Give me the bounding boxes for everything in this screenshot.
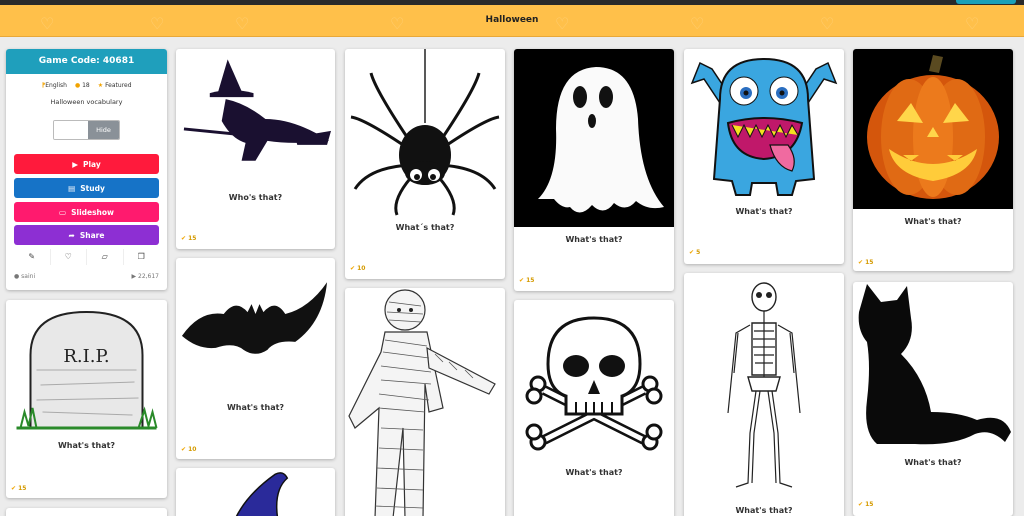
copy-icon[interactable]: ❐ [124, 249, 160, 265]
card-skull[interactable]: What's that? [514, 300, 674, 516]
card-caption: What's that? [57, 441, 116, 450]
bat-icon [176, 258, 335, 388]
card-count: 18 [82, 82, 90, 89]
witch-hat-icon [176, 468, 335, 516]
check-icon: ✔ [689, 249, 695, 256]
skeleton-icon [684, 273, 844, 493]
check-icon: ✔ [858, 501, 864, 508]
card-caption: What's that? [735, 506, 793, 515]
card-spider[interactable]: What´s that? ✔ 10 [345, 49, 505, 279]
folder-icon[interactable]: ▱ [87, 249, 124, 265]
book-icon: ▤ [68, 183, 76, 193]
pumpkin-icon [853, 49, 1013, 209]
featured-label: Featured [105, 82, 132, 89]
game-code: Game Code: 40681 [6, 49, 167, 74]
card-caption: What's that? [226, 403, 285, 412]
card-bat[interactable]: What's that? ✔ 10 [176, 258, 335, 459]
mummy-icon [345, 288, 505, 516]
tombstone-icon: R.I.P. [6, 300, 167, 435]
card-stat: ✔ 10 [181, 446, 197, 453]
card-stat: ✔ 15 [11, 485, 27, 492]
card-caption: What´s that? [395, 223, 455, 232]
game-meta: ⁋English ● 18 ★ Featured [6, 82, 167, 89]
card-mummy[interactable] [345, 288, 505, 516]
play-button[interactable]: ▶ Play [14, 154, 159, 174]
play-icon: ▶ [72, 159, 78, 169]
heart-icon[interactable]: ♡ [51, 249, 87, 265]
monitor-icon: ▭ [59, 207, 67, 217]
card-monster[interactable]: What's that? ✔ 5 [684, 49, 844, 264]
user-icon: ● [14, 273, 20, 280]
check-icon: ✔ [858, 259, 864, 266]
spider-icon [345, 49, 505, 219]
card-stat: ✔ 5 [689, 249, 701, 256]
author: saini [21, 273, 36, 280]
card-stat: ✔ 15 [519, 277, 535, 284]
game-description: Halloween vocabulary [50, 98, 123, 106]
study-button[interactable]: ▤ Study [14, 178, 159, 198]
card-stat: ✔ 15 [858, 501, 874, 508]
card-witch-hat[interactable] [176, 468, 335, 516]
card-stat: ✔ 15 [858, 259, 874, 266]
tool-row: ✎ ♡ ▱ ❐ [14, 249, 159, 265]
card-caption: What's that? [904, 458, 962, 467]
hide-toggle[interactable]: Hide [53, 120, 120, 140]
card-caption: What's that? [565, 235, 623, 244]
game-info-card: Game Code: 40681 ⁋English ● 18 ★ Feature… [6, 49, 167, 290]
check-icon: ✔ [181, 235, 187, 242]
skull-crossbones-icon [514, 300, 674, 460]
plays-icon: ▶ [131, 273, 137, 280]
witch-icon [176, 49, 335, 189]
monster-icon [684, 49, 844, 201]
play-count: 22,617 [138, 273, 159, 280]
slideshow-button[interactable]: ▭ Slideshow [14, 202, 159, 222]
card-witch[interactable]: Who's that? ✔ 15 [176, 49, 335, 249]
check-icon: ✔ [11, 485, 17, 492]
edit-icon[interactable]: ✎ [14, 249, 51, 265]
card-stat: ✔ 15 [181, 235, 197, 242]
card-partial[interactable] [6, 508, 167, 516]
cat-icon [853, 282, 1013, 452]
ghost-icon [514, 49, 674, 227]
hide-toggle-label: Hide [88, 121, 119, 139]
card-stat: ✔ 10 [350, 265, 366, 272]
check-icon: ✔ [519, 277, 525, 284]
language: English [45, 82, 67, 89]
card-skeleton[interactable]: What's that? [684, 273, 844, 516]
card-caption: What's that? [904, 217, 962, 226]
info-footer: ● saini ▶ 22,617 [14, 273, 159, 280]
count-icon: ● [74, 82, 81, 89]
check-icon: ✔ [350, 265, 356, 272]
card-caption: What's that? [735, 207, 793, 216]
star-icon: ★ [97, 82, 104, 89]
title-bar: ♡ ♡ ♡ ♡ ♡ ♡ ♡ ♡ Halloween [0, 5, 1024, 37]
card-ghost[interactable]: What's that? ✔ 15 [514, 49, 674, 291]
card-cat[interactable]: What's that? ✔ 15 [853, 282, 1013, 516]
share-icon: ➦ [68, 230, 75, 240]
card-tombstone[interactable]: R.I.P. What's that? ✔ 15 [6, 300, 167, 498]
card-pumpkin[interactable]: What's that? ✔ 15 [853, 49, 1013, 271]
card-caption: What's that? [565, 468, 623, 477]
top-bar-button[interactable] [956, 0, 1016, 4]
page-title: Halloween [485, 15, 539, 25]
check-icon: ✔ [181, 446, 187, 453]
tombstone-text: R.I.P. [63, 346, 109, 367]
card-caption: Who's that? [228, 193, 283, 202]
share-button[interactable]: ➦ Share [14, 225, 159, 245]
